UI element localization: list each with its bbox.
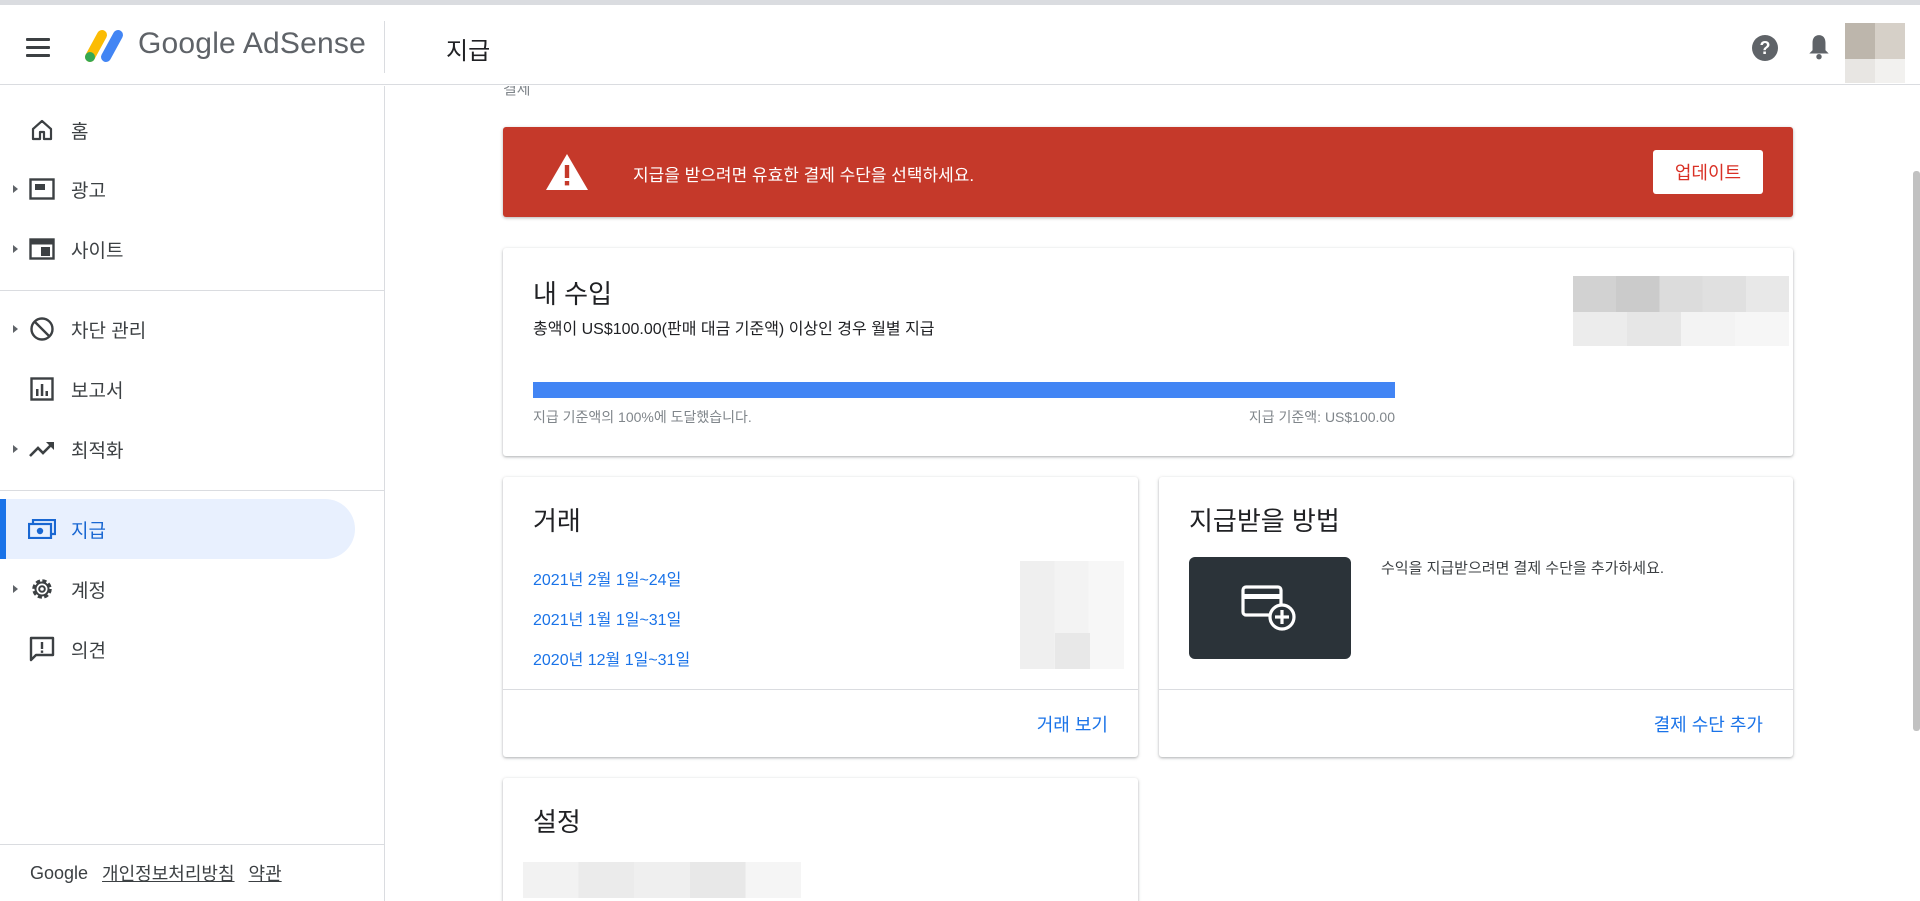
brand-name: Google AdSense bbox=[138, 27, 366, 60]
expand-arrow-icon bbox=[13, 585, 18, 593]
sidebar-item-label: 계정 bbox=[71, 580, 106, 602]
sidebar-item-reports[interactable]: 보고서 bbox=[0, 359, 355, 419]
sidebar-item-ads[interactable]: 광고 bbox=[0, 159, 355, 219]
reports-icon bbox=[28, 375, 56, 403]
page-title: 지급 bbox=[446, 38, 491, 65]
sidebar-item-label: 광고 bbox=[71, 180, 106, 202]
redacted-amounts bbox=[1020, 561, 1124, 669]
sidebar-footer: Google 개인정보처리방침 약관 bbox=[0, 844, 385, 901]
sidebar-item-label: 차단 관리 bbox=[71, 320, 147, 342]
sidebar-item-home[interactable]: 홈 bbox=[0, 100, 355, 160]
header-divider bbox=[384, 21, 385, 73]
progress-threshold: 지급 기준액: US$100.00 bbox=[1248, 409, 1395, 425]
ads-icon bbox=[28, 175, 56, 203]
home-icon bbox=[28, 116, 56, 144]
earnings-card: 내 수입 총액이 US$100.00(판매 대금 기준액) 이상인 경우 월별 … bbox=[503, 248, 1793, 456]
help-icon[interactable]: ? bbox=[1752, 35, 1778, 61]
settings-card: 설정 bbox=[503, 778, 1138, 901]
sidebar-item-feedback[interactable]: 의견 bbox=[0, 619, 355, 679]
payment-method-hint: 수익을 지급받으려면 결제 수단을 추가하세요. bbox=[1381, 560, 1665, 577]
transaction-period-link[interactable]: 2021년 1월 1일~31일 bbox=[533, 606, 681, 630]
sidebar-item-blocking[interactable]: 차단 관리 bbox=[0, 299, 355, 359]
expand-arrow-icon bbox=[13, 245, 18, 253]
add-card-icon bbox=[1241, 585, 1296, 631]
sidebar-item-label: 의견 bbox=[71, 640, 106, 662]
earnings-subtitle: 총액이 US$100.00(판매 대금 기준액) 이상인 경우 월별 지급 bbox=[533, 321, 935, 338]
add-payment-tile[interactable] bbox=[1189, 557, 1351, 659]
avatar[interactable] bbox=[1845, 23, 1905, 83]
warning-icon bbox=[546, 154, 588, 190]
expand-arrow-icon bbox=[13, 445, 18, 453]
privacy-link[interactable]: 개인정보처리방침 bbox=[102, 860, 234, 886]
sidebar-item-optimization[interactable]: 최적화 bbox=[0, 419, 355, 479]
terms-link[interactable]: 약관 bbox=[249, 860, 282, 886]
redacted-settings bbox=[523, 862, 801, 898]
sidebar: 홈 광고 사이트 차단 관리 보고서 최적화 지급 계정 의견 Google 개… bbox=[0, 86, 385, 901]
transaction-period-link[interactable]: 2021년 2월 1일~24일 bbox=[533, 566, 681, 590]
card-divider bbox=[1159, 689, 1793, 690]
gear-icon bbox=[28, 575, 56, 603]
sidebar-item-label: 최적화 bbox=[71, 440, 124, 462]
payment-alert-banner: 지급을 받으려면 유효한 결제 수단을 선택하세요. 업데이트 bbox=[503, 127, 1793, 217]
expand-arrow-icon bbox=[13, 185, 18, 193]
menu-icon[interactable] bbox=[26, 31, 58, 63]
payments-icon bbox=[28, 515, 56, 543]
add-payment-method-button[interactable]: 결제 수단 추가 bbox=[1654, 711, 1763, 737]
adsense-logo-icon bbox=[85, 30, 123, 62]
sidebar-item-label: 지급 bbox=[71, 520, 106, 542]
footer-google: Google bbox=[30, 862, 89, 883]
card-title: 거래 bbox=[533, 506, 581, 536]
breadcrumb: 결제 bbox=[503, 86, 531, 98]
sidebar-item-account[interactable]: 계정 bbox=[0, 559, 355, 619]
block-icon bbox=[28, 315, 56, 343]
scrollbar[interactable] bbox=[1913, 171, 1920, 731]
update-button[interactable]: 업데이트 bbox=[1653, 150, 1763, 194]
sidebar-divider bbox=[0, 490, 385, 491]
sidebar-item-payments[interactable]: 지급 bbox=[0, 499, 355, 559]
sidebar-item-label: 홈 bbox=[71, 121, 89, 143]
card-title: 설정 bbox=[533, 807, 581, 837]
sites-icon bbox=[28, 235, 56, 263]
payment-method-card: 지급받을 방법 수익을 지급받으려면 결제 수단을 추가하세요. 결제 수단 추… bbox=[1159, 477, 1793, 757]
bell-icon[interactable] bbox=[1806, 33, 1832, 61]
alert-message: 지급을 받으려면 유효한 결제 수단을 선택하세요. bbox=[633, 166, 975, 185]
expand-arrow-icon bbox=[13, 325, 18, 333]
main-content: 결제 지급을 받으려면 유효한 결제 수단을 선택하세요. 업데이트 내 수입 … bbox=[386, 86, 1920, 901]
transactions-card: 거래 2021년 2월 1일~24일 2021년 1월 1일~31일 2020년… bbox=[503, 477, 1138, 757]
top-bar: Google AdSense 지급 ? bbox=[0, 0, 1920, 85]
sidebar-divider bbox=[0, 290, 385, 291]
card-title: 내 수입 bbox=[533, 279, 612, 309]
sidebar-item-sites[interactable]: 사이트 bbox=[0, 219, 355, 279]
card-title: 지급받을 방법 bbox=[1189, 506, 1340, 536]
trending-icon bbox=[28, 435, 56, 463]
transaction-period-link[interactable]: 2020년 12월 1일~31일 bbox=[533, 646, 690, 670]
progress-fill bbox=[533, 382, 1395, 398]
feedback-icon bbox=[28, 635, 56, 663]
view-transactions-button[interactable]: 거래 보기 bbox=[1037, 711, 1108, 737]
redacted-balance bbox=[1573, 276, 1789, 346]
threshold-progress-bar bbox=[533, 382, 1395, 398]
sidebar-item-label: 사이트 bbox=[71, 240, 124, 262]
sidebar-item-label: 보고서 bbox=[71, 380, 124, 402]
card-divider bbox=[503, 689, 1138, 690]
